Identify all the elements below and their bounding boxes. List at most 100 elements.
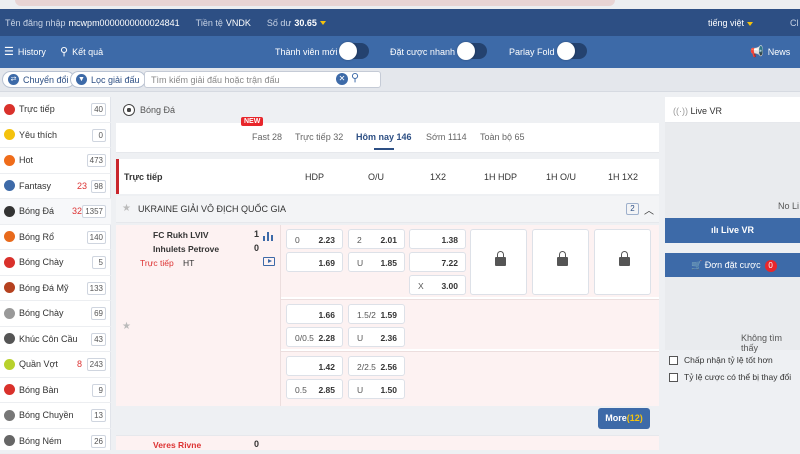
odds-cell[interactable]: U1.85 [348, 252, 405, 272]
sport-icon [4, 155, 15, 166]
lock-icon [619, 257, 630, 266]
search-icon[interactable]: ⚲ [351, 71, 359, 84]
next-match-row: Veres Rivne 0 [116, 435, 659, 450]
handicap-value: X [418, 281, 424, 291]
tab-live[interactable]: Trực tiếp 32 [295, 132, 343, 142]
odds-change-checkbox[interactable]: Tỷ lệ cược có thể bị thay đổi [669, 372, 791, 382]
more-markets-button[interactable]: More(12) [598, 408, 650, 429]
top-strip [0, 0, 800, 9]
tab-early[interactable]: Sớm 1114 [426, 132, 467, 142]
sidebar-item[interactable]: Bóng Đá Mỹ133 [0, 276, 111, 302]
tab-all[interactable]: Toàn bộ 65 [480, 132, 525, 142]
balance-label: Số dư [267, 18, 292, 28]
toggle-knob [457, 42, 475, 60]
quick-bet-toggle[interactable] [463, 43, 487, 59]
accept-better-odds-checkbox[interactable]: Chấp nhận tỷ lệ tốt hơn [669, 355, 773, 365]
league-row[interactable]: ★ UKRAINE GIẢI VÔ ĐỊCH QUỐC GIA 2 ︿ [116, 196, 659, 223]
odds-row: 1.42 0.52.85 2/2.52.56 U1.50 [281, 351, 659, 406]
column-header: Trực tiếp HDP O/U 1X2 1H HDP 1H O/U 1H 1… [116, 159, 659, 194]
header-extra[interactable]: Cl [790, 18, 799, 28]
odds-cell[interactable]: 02.23 [286, 229, 343, 249]
col-1h-ou: 1H O/U [546, 172, 576, 182]
filter-icon: ▼ [76, 74, 87, 85]
sidebar-item[interactable]: Khúc Côn Cầu43 [0, 327, 111, 353]
balance-value[interactable]: 30.65 [294, 18, 317, 28]
new-member-toggle[interactable] [345, 43, 369, 59]
betslip-label: Đơn đặt cược [705, 260, 761, 270]
favorite-star-icon[interactable]: ★ [122, 203, 131, 214]
odds-cell[interactable]: U2.36 [348, 327, 405, 347]
odds-value: 7.22 [441, 258, 458, 268]
match-period: HT [183, 258, 194, 268]
language-selector[interactable]: tiếng việt [708, 18, 753, 28]
odds-cell[interactable]: 2/2.52.56 [348, 356, 405, 376]
sidebar-item[interactable]: Bóng Rổ140 [0, 225, 111, 251]
history-icon: ☰ [4, 48, 14, 57]
sidebar-live-count: 8 [77, 359, 82, 369]
col-1x2: 1X2 [430, 172, 446, 182]
sidebar-item[interactable]: Fantasy2398 [0, 174, 111, 200]
more-count: (12) [627, 413, 643, 423]
odds-cell[interactable]: 1.66 [286, 304, 343, 324]
odds-cell[interactable]: 1.5/21.59 [348, 304, 405, 324]
live-vr-button[interactable]: ılı Live VR [665, 218, 800, 243]
live-vr-button-label: Live VR [721, 225, 754, 235]
language-caret-icon [747, 22, 753, 26]
balance-caret-icon[interactable] [320, 21, 326, 25]
stats-icon[interactable] [263, 231, 274, 241]
soccer-ball-icon [123, 104, 135, 116]
sidebar-item[interactable]: Quần Vợt8243 [0, 352, 111, 378]
odds-cell[interactable]: X3.00 [409, 275, 466, 295]
currency-label: Tiền tệ [196, 18, 223, 28]
home-score: 1 [254, 229, 259, 239]
sport-icon [4, 180, 15, 191]
odds-cell[interactable]: 1.69 [286, 252, 343, 272]
odds-change-label: Tỷ lệ cược có thể bị thay đổi [684, 372, 791, 382]
sport-icon [4, 333, 15, 344]
sidebar-item[interactable]: Bóng Bàn9 [0, 378, 111, 404]
handicap-value: U [357, 385, 363, 395]
live-stream-icon[interactable] [263, 257, 275, 266]
locked-market [532, 229, 589, 295]
league-filter-button[interactable]: ▼Lọc giải đấu [70, 71, 146, 88]
sidebar-item[interactable]: Bóng Đá321357 [0, 199, 111, 225]
filter-bar: ⇄Chuyển đổi ▼Lọc giải đấu Tìm kiếm giải … [0, 68, 800, 92]
clear-search-icon[interactable]: ✕ [336, 73, 348, 85]
betslip-header[interactable]: 🛒 Đơn đặt cược0 [665, 253, 800, 277]
sidebar-item-label: Quần Vợt [19, 359, 58, 369]
results-icon: ⚲ [60, 48, 68, 57]
col-ou: O/U [368, 172, 384, 182]
odds-cell[interactable]: 7.22 [409, 252, 466, 272]
sidebar-item[interactable]: Bóng Chày69 [0, 301, 111, 327]
sidebar-item-label: Bóng Ném [19, 436, 62, 446]
sidebar-item[interactable]: Hot473 [0, 148, 111, 174]
favorite-star-icon[interactable]: ★ [122, 321, 131, 332]
history-button[interactable]: ☰History [4, 47, 46, 57]
results-button[interactable]: ⚲Kết quả [60, 47, 103, 57]
sidebar-item[interactable]: Bóng Chuyền13 [0, 403, 111, 429]
odds-cell[interactable]: 1.38 [409, 229, 466, 249]
odds-cell[interactable]: 0/0.52.28 [286, 327, 343, 347]
sidebar-item[interactable]: Yêu thích0 [0, 123, 111, 149]
sidebar-item-count: 5 [92, 256, 106, 269]
cart-icon: 🛒 [691, 260, 702, 270]
parlay-fold-toggle[interactable] [563, 43, 587, 59]
collapse-chevron-icon[interactable]: ︿ [644, 202, 654, 217]
odds-cell[interactable]: 22.01 [348, 229, 405, 249]
username-value: mcwpm0000000000024841 [69, 18, 180, 28]
switch-button[interactable]: ⇄Chuyển đổi [2, 71, 75, 88]
sidebar-item[interactable]: Bóng Ném26 [0, 429, 111, 454]
odds-cell[interactable]: 1.42 [286, 356, 343, 376]
sidebar-item[interactable]: Trực tiếp40 [0, 97, 111, 123]
tab-today[interactable]: Hôm nay 146 [356, 132, 412, 142]
odds-cell[interactable]: U1.50 [348, 379, 405, 399]
odds-cell[interactable]: 0.52.85 [286, 379, 343, 399]
next-home-score: 0 [254, 439, 259, 449]
menu-bar: ☰History ⚲Kết quả Thành viên mới Đặt cượ… [0, 36, 800, 68]
news-button[interactable]: 📢News [750, 47, 790, 57]
period-tabs: NEW Fast 28 Trực tiếp 32 Hôm nay 146 Sớm… [116, 123, 659, 153]
tab-fast[interactable]: Fast 28 [252, 132, 282, 142]
sidebar-item[interactable]: Bóng Chày5 [0, 250, 111, 276]
sport-icon [4, 129, 15, 140]
sidebar-live-count: 23 [77, 181, 87, 191]
